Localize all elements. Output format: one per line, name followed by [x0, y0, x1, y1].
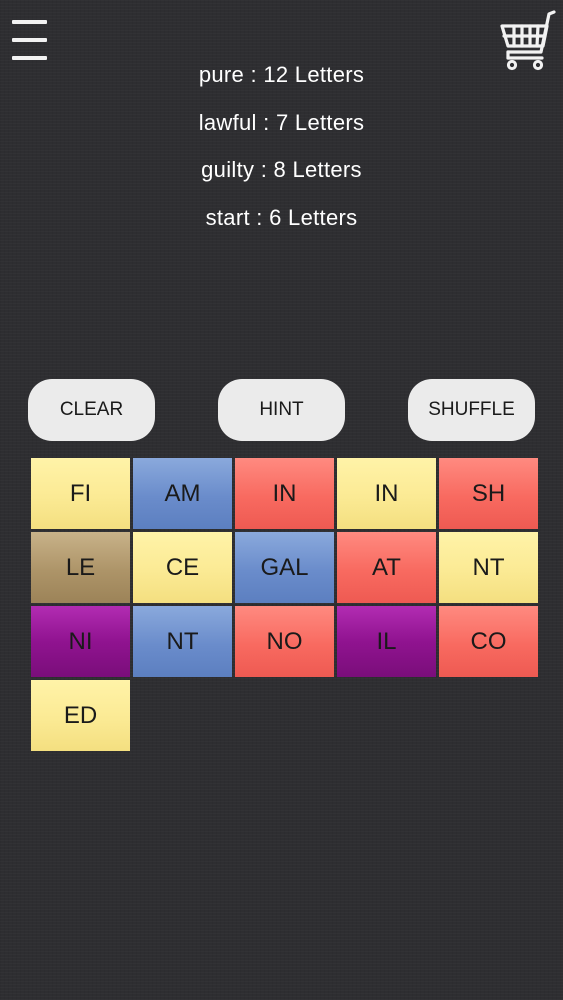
tile-label: GAL — [260, 553, 309, 581]
hint-button[interactable]: HINT — [218, 379, 345, 441]
clue-text: lawful : 7 Letters — [198, 109, 365, 135]
clear-button[interactable]: CLEAR — [28, 379, 155, 441]
hamburger-menu-icon-bar — [12, 38, 47, 42]
letter-tile[interactable]: IN — [235, 458, 334, 529]
tile-label: SH — [471, 479, 506, 507]
tile-label: ED — [63, 701, 98, 729]
letter-tile[interactable]: NT — [133, 606, 232, 677]
tile-label: IN — [374, 479, 399, 507]
hamburger-menu-icon — [12, 20, 47, 24]
tile-label: LE — [65, 553, 96, 581]
letter-tile[interactable]: NT — [439, 532, 538, 603]
tile-label: AT — [372, 553, 401, 581]
letter-tile[interactable]: GAL — [235, 532, 334, 603]
tile-label: NI — [68, 627, 93, 655]
tile-label: IN — [272, 479, 297, 507]
clue-text: pure : 12 Letters — [198, 62, 365, 87]
letter-tile[interactable]: NO — [235, 606, 334, 677]
tile-label: NO — [266, 627, 303, 655]
shuffle-button[interactable]: SHUFFLE — [408, 379, 535, 441]
letter-tile[interactable]: ED — [31, 680, 130, 751]
clue-text: start : 6 Letters — [205, 204, 358, 230]
letter-tile[interactable]: IL — [337, 606, 436, 677]
tile-label: IL — [376, 627, 397, 655]
tile-label: AM — [164, 479, 201, 507]
letter-tile[interactable]: FI — [31, 458, 130, 529]
clue-text: guilty : 8 Letters — [201, 157, 362, 182]
letter-tile[interactable]: AM — [133, 458, 232, 529]
tile-label: FI — [69, 479, 92, 507]
letter-tile[interactable]: LE — [31, 532, 130, 603]
tile-label: NT — [166, 627, 199, 655]
letter-tile[interactable]: AT — [337, 532, 436, 603]
tile-label: CE — [165, 553, 200, 581]
letter-tile[interactable]: IN — [337, 458, 436, 529]
letter-tile[interactable]: CE — [133, 532, 232, 603]
letter-tile[interactable]: CO — [439, 606, 538, 677]
letter-tile[interactable]: SH — [439, 458, 538, 529]
letter-tile[interactable]: NI — [31, 606, 130, 677]
clue-list: pure : 12 Letters lawful : 7 Letters gui… — [0, 56, 563, 246]
tile-label: NT — [472, 553, 505, 581]
tile-label: CO — [470, 627, 507, 655]
